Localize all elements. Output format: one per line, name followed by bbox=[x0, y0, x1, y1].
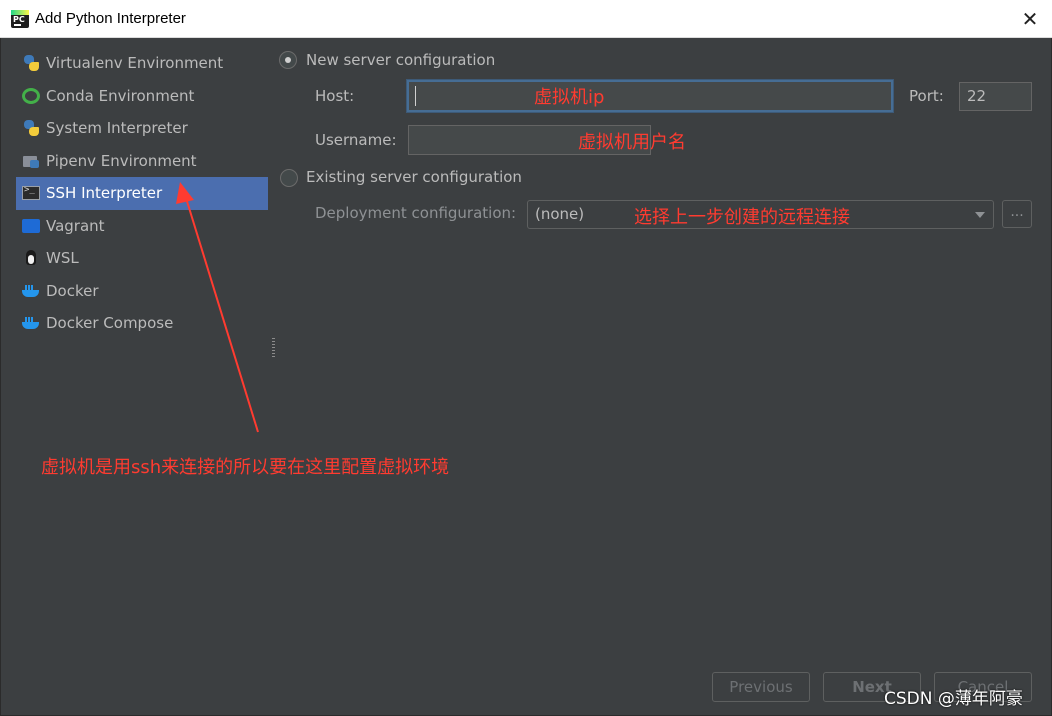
watermark: CSDN @薄年阿豪 bbox=[884, 689, 1023, 709]
previous-button[interactable]: Previous bbox=[712, 672, 810, 702]
annotation-arrow bbox=[176, 182, 259, 433]
